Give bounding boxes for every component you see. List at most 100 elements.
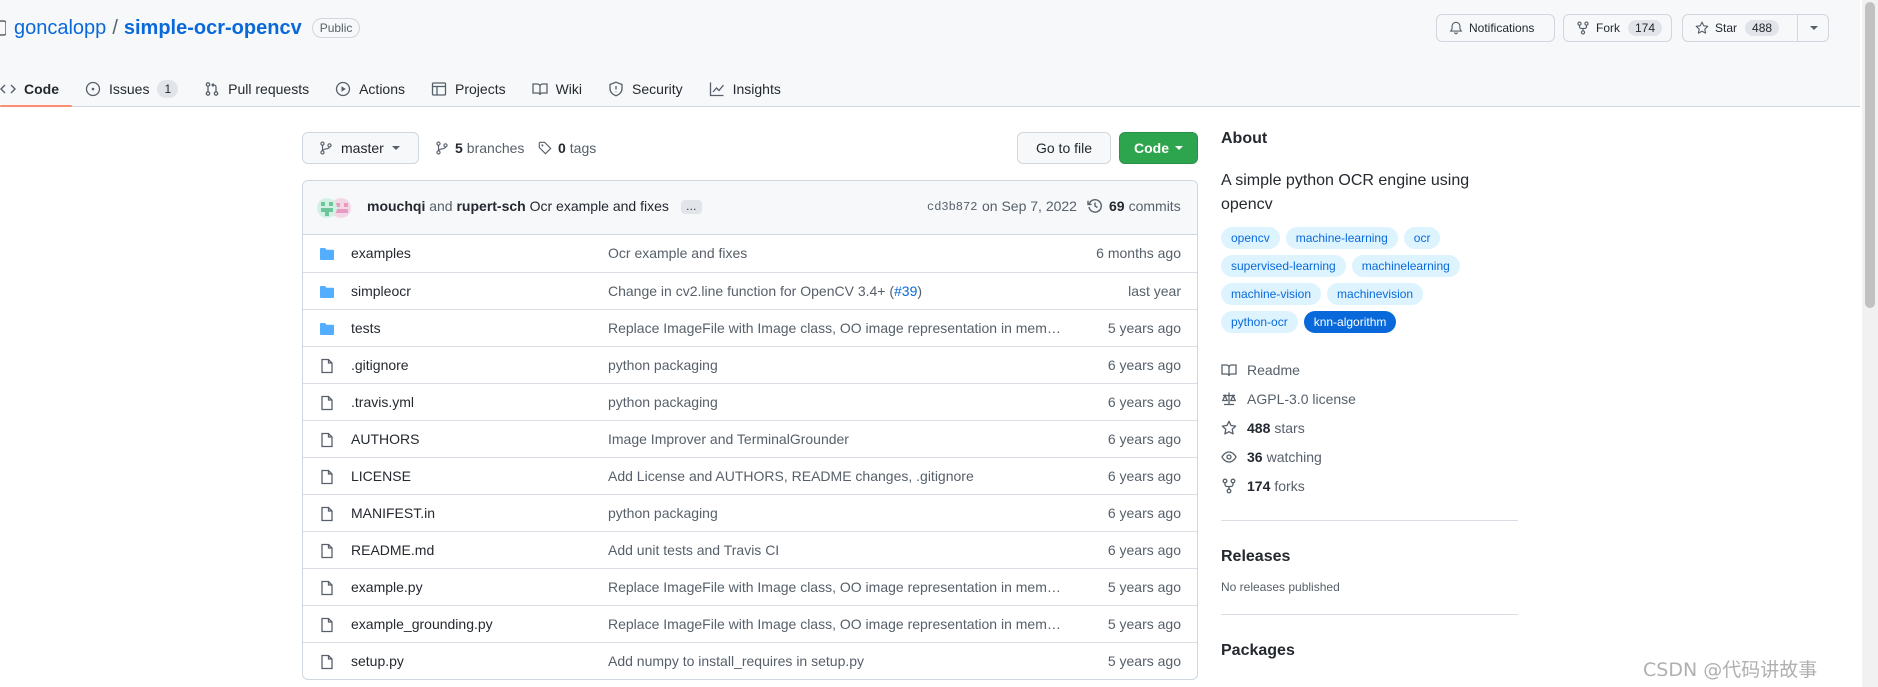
commit-coauthor-link[interactable]: rupert-sch xyxy=(456,198,525,214)
topic-tag[interactable]: knn-algorithm xyxy=(1303,311,1397,333)
file-icon xyxy=(319,358,335,374)
sidebar-divider xyxy=(1221,520,1518,521)
table-row: example.py Replace ImageFile with Image c… xyxy=(303,568,1197,605)
folder-icon xyxy=(319,246,335,262)
file-name-link[interactable]: .travis.yml xyxy=(351,394,414,410)
tab-security[interactable]: Security xyxy=(595,70,696,107)
file-commit-age: 5 years ago xyxy=(1107,320,1181,336)
file-commit-message[interactable]: python packaging xyxy=(608,357,1068,373)
repo-separator: / xyxy=(112,16,118,39)
star-list-dropdown[interactable] xyxy=(1797,15,1829,41)
branches-count: 5 xyxy=(455,140,463,156)
commit-message-text: Replace ImageFile with Image class, OO i… xyxy=(608,320,1068,336)
file-commit-message[interactable]: Add unit tests and Travis CI xyxy=(608,542,1068,558)
repo-owner-link[interactable]: goncalopp xyxy=(14,17,106,40)
author-avatars[interactable] xyxy=(317,197,353,219)
file-name-link[interactable]: simpleocr xyxy=(351,283,411,299)
tab-pull-requests[interactable]: Pull requests xyxy=(191,70,322,107)
file-name-link[interactable]: .gitignore xyxy=(351,357,409,373)
file-commit-message[interactable]: Add License and AUTHORS, README changes,… xyxy=(608,468,1068,484)
tags-link[interactable]: 0 tags xyxy=(538,140,596,156)
code-dropdown-button[interactable]: Code xyxy=(1119,132,1198,164)
file-commit-message[interactable]: Add numpy to install_requires in setup.p… xyxy=(608,653,1068,669)
file-commit-age: last year xyxy=(1128,283,1181,299)
readme-label: Readme xyxy=(1247,361,1300,378)
file-name-link[interactable]: setup.py xyxy=(351,653,404,669)
notifications-button[interactable]: Notifications xyxy=(1436,14,1555,42)
file-commit-message[interactable]: Replace ImageFile with Image class, OO i… xyxy=(608,579,1068,595)
file-name-link[interactable]: MANIFEST.in xyxy=(351,505,435,521)
topic-tag[interactable]: supervised-learning xyxy=(1221,255,1346,277)
file-icon xyxy=(319,543,335,559)
commit-author-link[interactable]: mouchqi xyxy=(367,198,425,214)
branches-link[interactable]: 5 branches xyxy=(435,140,524,156)
file-name-link[interactable]: README.md xyxy=(351,542,434,558)
file-name-link[interactable]: LICENSE xyxy=(351,468,411,484)
tab-label: Issues xyxy=(109,80,150,97)
branch-icon xyxy=(319,141,333,155)
tab-label: Pull requests xyxy=(228,80,310,97)
forks-link[interactable]: 174 forks xyxy=(1221,471,1518,500)
commits-count: 69 xyxy=(1109,198,1125,214)
commit-hash-link[interactable]: cd3b872 xyxy=(927,200,977,214)
watchers-link[interactable]: 36 watching xyxy=(1221,442,1518,471)
fork-icon xyxy=(1221,478,1237,494)
topic-tag[interactable]: ocr xyxy=(1403,227,1441,249)
file-name-link[interactable]: tests xyxy=(351,320,381,336)
star-icon xyxy=(1695,21,1709,35)
fork-button[interactable]: Fork 174 xyxy=(1563,14,1672,42)
tab-issues[interactable]: Issues 1 xyxy=(72,70,191,107)
commit-message-text: python packaging xyxy=(608,357,718,373)
play-icon xyxy=(335,81,351,97)
commit-expand-button[interactable]: … xyxy=(680,200,702,215)
watching-count: 36 xyxy=(1247,448,1263,465)
scrollbar-thumb[interactable] xyxy=(1865,2,1875,308)
branch-select-button[interactable]: master xyxy=(302,132,419,164)
book-icon xyxy=(531,81,548,97)
file-commit-age: 6 years ago xyxy=(1107,542,1181,558)
topic-tag[interactable]: machine-learning xyxy=(1285,227,1398,249)
topic-tag[interactable]: machinelearning xyxy=(1351,255,1460,277)
stars-label: stars xyxy=(1274,419,1305,436)
fork-icon xyxy=(1576,21,1590,35)
commit-message-link[interactable]: Ocr example and fixes xyxy=(530,198,669,214)
file-name-link[interactable]: example.py xyxy=(351,579,423,595)
readme-link[interactable]: Readme xyxy=(1221,355,1518,384)
file-name-link[interactable]: example_grounding.py xyxy=(351,616,493,632)
about-description: A simple python OCR engine using opencv xyxy=(1221,172,1470,213)
topic-tag[interactable]: opencv xyxy=(1221,227,1280,249)
table-row: .gitignore python packaging 6 years ago xyxy=(303,346,1197,383)
tab-insights[interactable]: Insights xyxy=(696,70,794,107)
license-link[interactable]: AGPL-3.0 license xyxy=(1221,384,1518,413)
tab-projects[interactable]: Projects xyxy=(418,70,519,107)
file-commit-message[interactable]: Ocr example and fixes xyxy=(608,245,1068,261)
sidebar: About A simple python OCR engine using o… xyxy=(1221,130,1518,660)
topic-tag[interactable]: python-ocr xyxy=(1221,311,1298,333)
tab-code[interactable]: Code xyxy=(0,70,72,107)
tab-actions[interactable]: Actions xyxy=(322,70,418,107)
commits-label: commits xyxy=(1128,198,1181,214)
stars-link[interactable]: 488 stars xyxy=(1221,413,1518,442)
file-commit-message[interactable]: python packaging xyxy=(608,505,1068,521)
commits-history-link[interactable]: 69 commits xyxy=(1087,198,1181,214)
file-commit-message[interactable]: Replace ImageFile with Image class, OO i… xyxy=(608,320,1068,336)
packages-heading[interactable]: Packages xyxy=(1221,642,1518,660)
file-commit-message[interactable]: python packaging xyxy=(608,394,1068,410)
topic-tag[interactable]: machine-vision xyxy=(1221,283,1322,305)
tab-wiki[interactable]: Wiki xyxy=(519,70,595,107)
commit-and-text: and xyxy=(429,198,453,214)
file-commit-message[interactable]: Replace ImageFile with Image class, OO i… xyxy=(608,616,1068,632)
file-commit-message[interactable]: Change in cv2.line function for OpenCV 3… xyxy=(608,283,1068,299)
branch-icon xyxy=(435,141,449,155)
file-name-link[interactable]: AUTHORS xyxy=(351,431,419,447)
file-commit-message[interactable]: Image Improver and TerminalGrounder xyxy=(608,431,1068,447)
star-button[interactable]: Star 488 xyxy=(1682,14,1829,42)
file-commit-age: 5 years ago xyxy=(1107,579,1181,595)
releases-heading[interactable]: Releases xyxy=(1221,548,1518,566)
commit-message-text: Image Improver and TerminalGrounder xyxy=(608,431,849,447)
repo-name-link[interactable]: simple-ocr-opencv xyxy=(124,17,302,40)
go-to-file-button[interactable]: Go to file xyxy=(1017,132,1111,164)
pull-request-link[interactable]: #39 xyxy=(894,283,917,299)
file-name-link[interactable]: examples xyxy=(351,245,411,261)
topic-tag[interactable]: machinevision xyxy=(1327,283,1424,305)
